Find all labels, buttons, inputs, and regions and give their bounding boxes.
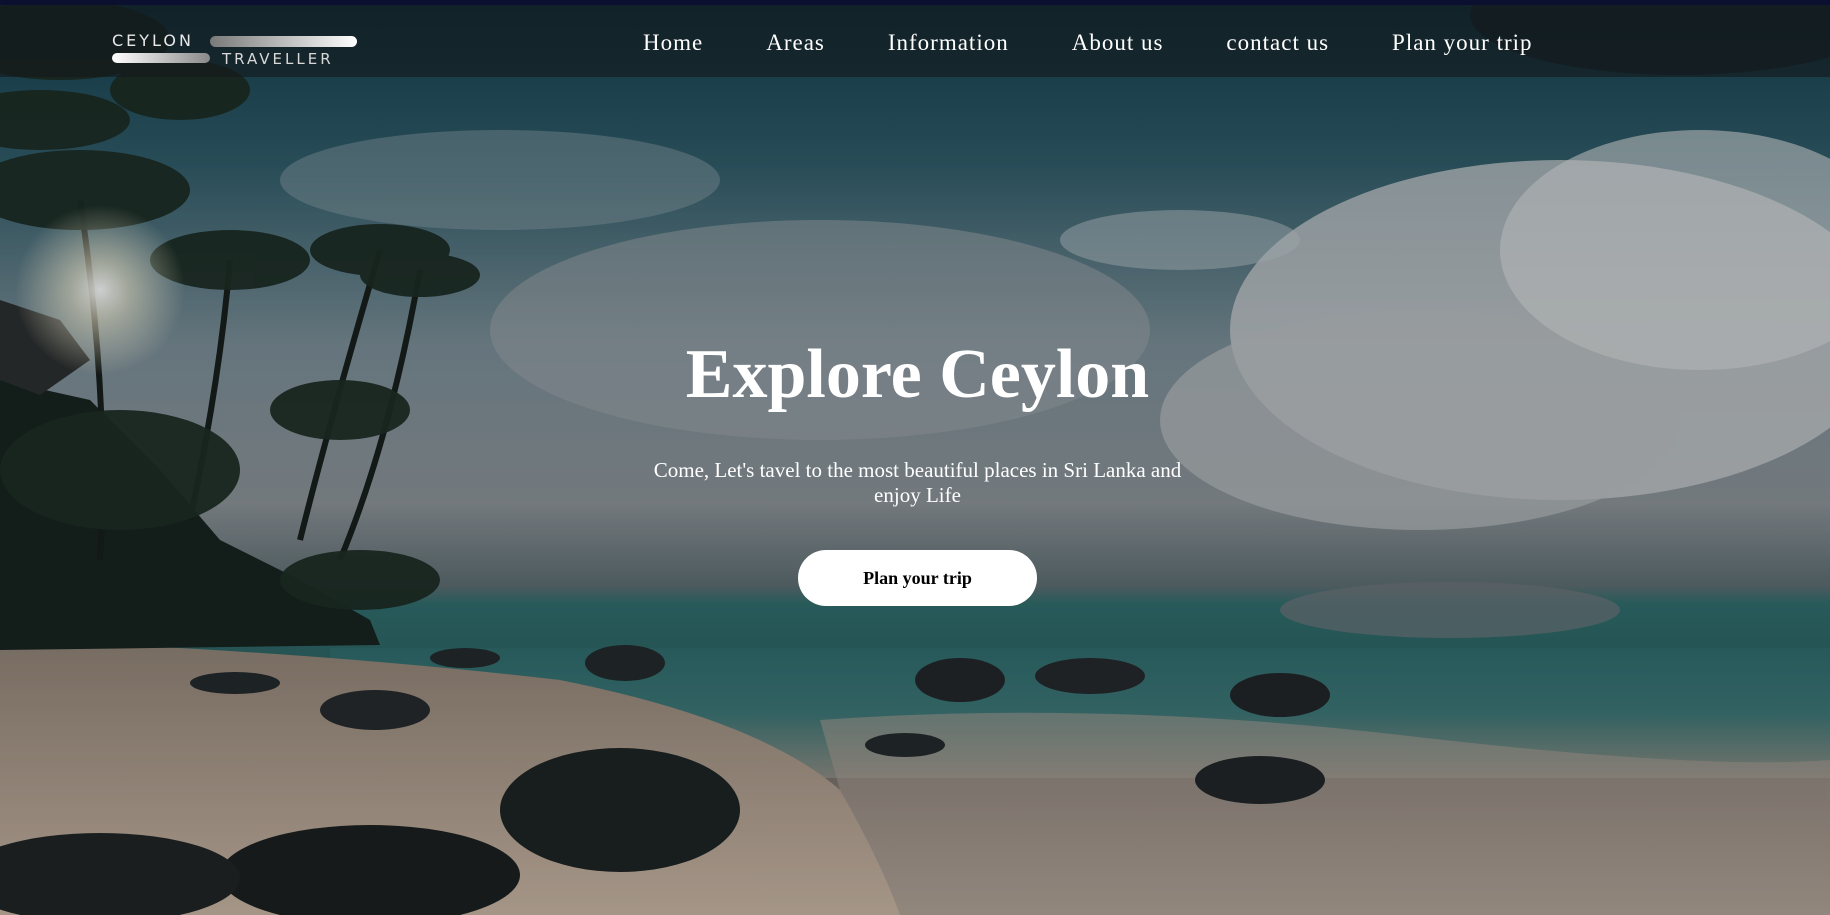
logo-bar-top: [210, 36, 357, 47]
nav-about-us[interactable]: About us: [1072, 30, 1164, 56]
plan-your-trip-button[interactable]: Plan your trip: [798, 550, 1037, 606]
logo-word-traveller: TRAVELLER: [222, 50, 334, 68]
logo-bar-bottom: [112, 53, 210, 63]
nav-contact-us[interactable]: contact us: [1226, 30, 1329, 56]
logo-word-ceylon: CEYLON: [112, 30, 194, 50]
nav-areas[interactable]: Areas: [766, 30, 825, 56]
nav-home[interactable]: Home: [643, 30, 703, 56]
nav-information[interactable]: Information: [888, 30, 1009, 56]
navbar: CEYLON TRAVELLER Home Areas Information …: [0, 5, 1830, 77]
nav-plan-your-trip[interactable]: Plan your trip: [1392, 30, 1533, 56]
main-nav: Home Areas Information About us contact …: [643, 30, 1533, 56]
hero-subtitle: Come, Let's tavel to the most beautiful …: [653, 458, 1182, 507]
landing-page: CEYLON TRAVELLER Home Areas Information …: [0, 0, 1830, 915]
logo-top-row: CEYLON: [112, 30, 194, 50]
ceylon-traveller-logo[interactable]: CEYLON TRAVELLER: [112, 31, 357, 71]
hero-title: Explore Ceylon: [685, 336, 1150, 413]
